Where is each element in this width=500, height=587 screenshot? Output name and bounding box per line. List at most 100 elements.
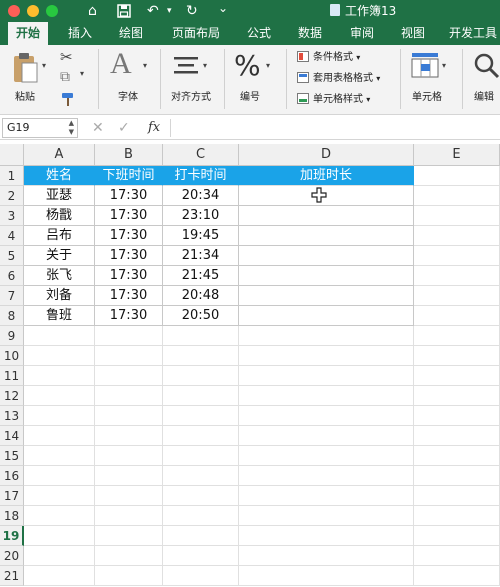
cell-b3[interactable]: 17:30 bbox=[95, 206, 163, 226]
cell-c7[interactable]: 20:48 bbox=[163, 286, 239, 306]
tab-review[interactable]: 审阅 bbox=[342, 22, 382, 45]
row-header-11[interactable]: 11 bbox=[0, 366, 24, 386]
cell-d7[interactable] bbox=[239, 286, 414, 306]
cell-c14[interactable] bbox=[163, 426, 239, 446]
cell-d16[interactable] bbox=[239, 466, 414, 486]
cell-c13[interactable] bbox=[163, 406, 239, 426]
cell-c17[interactable] bbox=[163, 486, 239, 506]
cell-a12[interactable] bbox=[24, 386, 95, 406]
cell-e21[interactable] bbox=[414, 566, 500, 586]
column-header-e[interactable]: E bbox=[414, 144, 500, 166]
cell-b8[interactable]: 17:30 bbox=[95, 306, 163, 326]
cell-c19[interactable] bbox=[163, 526, 239, 546]
number-dropdown-icon[interactable]: ▾ bbox=[266, 61, 270, 70]
insert-function-icon[interactable]: fx bbox=[148, 119, 160, 137]
cell-e5[interactable] bbox=[414, 246, 500, 266]
cell-a7[interactable]: 刘备 bbox=[24, 286, 95, 306]
paste-button[interactable] bbox=[8, 51, 42, 89]
cell-d18[interactable] bbox=[239, 506, 414, 526]
cell-b6[interactable]: 17:30 bbox=[95, 266, 163, 286]
cell-b7[interactable]: 17:30 bbox=[95, 286, 163, 306]
cell-b14[interactable] bbox=[95, 426, 163, 446]
cell-c3[interactable]: 23:10 bbox=[163, 206, 239, 226]
cell-e6[interactable] bbox=[414, 266, 500, 286]
cut-icon[interactable]: ✂ bbox=[60, 48, 73, 66]
row-header-3[interactable]: 3 bbox=[0, 206, 24, 226]
cell-e7[interactable] bbox=[414, 286, 500, 306]
cell-d11[interactable] bbox=[239, 366, 414, 386]
cell-e9[interactable] bbox=[414, 326, 500, 346]
tab-draw[interactable]: 绘图 bbox=[111, 22, 151, 45]
row-header-5[interactable]: 5 bbox=[0, 246, 24, 266]
cell-c21[interactable] bbox=[163, 566, 239, 586]
cell-d13[interactable] bbox=[239, 406, 414, 426]
cell-d5[interactable] bbox=[239, 246, 414, 266]
row-header-15[interactable]: 15 bbox=[0, 446, 24, 466]
cell-e13[interactable] bbox=[414, 406, 500, 426]
cell-c12[interactable] bbox=[163, 386, 239, 406]
cell-c18[interactable] bbox=[163, 506, 239, 526]
row-header-18[interactable]: 18 bbox=[0, 506, 24, 526]
close-window-button[interactable] bbox=[8, 5, 20, 17]
cell-a3[interactable]: 杨戬 bbox=[24, 206, 95, 226]
tab-developer[interactable]: 开发工具 bbox=[446, 22, 500, 45]
cell-a21[interactable] bbox=[24, 566, 95, 586]
column-header-d[interactable]: D bbox=[239, 144, 414, 166]
spreadsheet-grid[interactable]: A B C D E 1 姓名 下班时间 打卡时间 加班时长 2 亚瑟 17:30 20:34 3 杨戬 17:3… bbox=[0, 144, 500, 587]
cell-e4[interactable] bbox=[414, 226, 500, 246]
cell-e14[interactable] bbox=[414, 426, 500, 446]
cell-c15[interactable] bbox=[163, 446, 239, 466]
cell-a19[interactable] bbox=[24, 526, 95, 546]
search-icon[interactable] bbox=[472, 51, 500, 83]
cell-d12[interactable] bbox=[239, 386, 414, 406]
row-header-19[interactable]: 19 bbox=[0, 526, 24, 546]
cell-c5[interactable]: 21:34 bbox=[163, 246, 239, 266]
cell-e11[interactable] bbox=[414, 366, 500, 386]
tab-data[interactable]: 数据 bbox=[290, 22, 330, 45]
table-format-button[interactable]: 套用表格格式 ▾ bbox=[297, 71, 380, 87]
copy-icon[interactable]: ⧉ bbox=[60, 69, 70, 85]
cell-e12[interactable] bbox=[414, 386, 500, 406]
tab-page-layout[interactable]: 页面布局 bbox=[165, 22, 227, 45]
undo-icon[interactable]: ↶ bbox=[147, 1, 159, 21]
column-header-b[interactable]: B bbox=[95, 144, 163, 166]
cell-c8[interactable]: 20:50 bbox=[163, 306, 239, 326]
cell-b16[interactable] bbox=[95, 466, 163, 486]
paste-dropdown-icon[interactable]: ▾ bbox=[42, 61, 46, 70]
cell-d3[interactable] bbox=[239, 206, 414, 226]
row-header-16[interactable]: 16 bbox=[0, 466, 24, 486]
cell-e15[interactable] bbox=[414, 446, 500, 466]
cell-b12[interactable] bbox=[95, 386, 163, 406]
cell-b5[interactable]: 17:30 bbox=[95, 246, 163, 266]
redo-icon[interactable]: ↻ bbox=[186, 1, 198, 21]
cell-e18[interactable] bbox=[414, 506, 500, 526]
cell-a10[interactable] bbox=[24, 346, 95, 366]
row-header-1[interactable]: 1 bbox=[0, 166, 24, 186]
cancel-icon[interactable]: ✕ bbox=[92, 119, 104, 137]
cell-a15[interactable] bbox=[24, 446, 95, 466]
format-painter-icon[interactable] bbox=[60, 91, 76, 111]
cell-b9[interactable] bbox=[95, 326, 163, 346]
cell-c20[interactable] bbox=[163, 546, 239, 566]
cell-b18[interactable] bbox=[95, 506, 163, 526]
name-box[interactable]: G19 ▲ ▼ bbox=[2, 118, 78, 138]
cell-b15[interactable] bbox=[95, 446, 163, 466]
row-header-13[interactable]: 13 bbox=[0, 406, 24, 426]
cell-a4[interactable]: 吕布 bbox=[24, 226, 95, 246]
cell-e10[interactable] bbox=[414, 346, 500, 366]
cell-d8[interactable] bbox=[239, 306, 414, 326]
row-header-7[interactable]: 7 bbox=[0, 286, 24, 306]
cell-e3[interactable] bbox=[414, 206, 500, 226]
cell-b21[interactable] bbox=[95, 566, 163, 586]
row-header-2[interactable]: 2 bbox=[0, 186, 24, 206]
row-header-12[interactable]: 12 bbox=[0, 386, 24, 406]
cell-c11[interactable] bbox=[163, 366, 239, 386]
cell-a2[interactable]: 亚瑟 bbox=[24, 186, 95, 206]
tab-view[interactable]: 视图 bbox=[393, 22, 433, 45]
enter-icon[interactable]: ✓ bbox=[118, 119, 130, 137]
row-header-9[interactable]: 9 bbox=[0, 326, 24, 346]
row-header-20[interactable]: 20 bbox=[0, 546, 24, 566]
cell-d17[interactable] bbox=[239, 486, 414, 506]
cell-b4[interactable]: 17:30 bbox=[95, 226, 163, 246]
tab-home[interactable]: 开始 bbox=[8, 22, 48, 45]
